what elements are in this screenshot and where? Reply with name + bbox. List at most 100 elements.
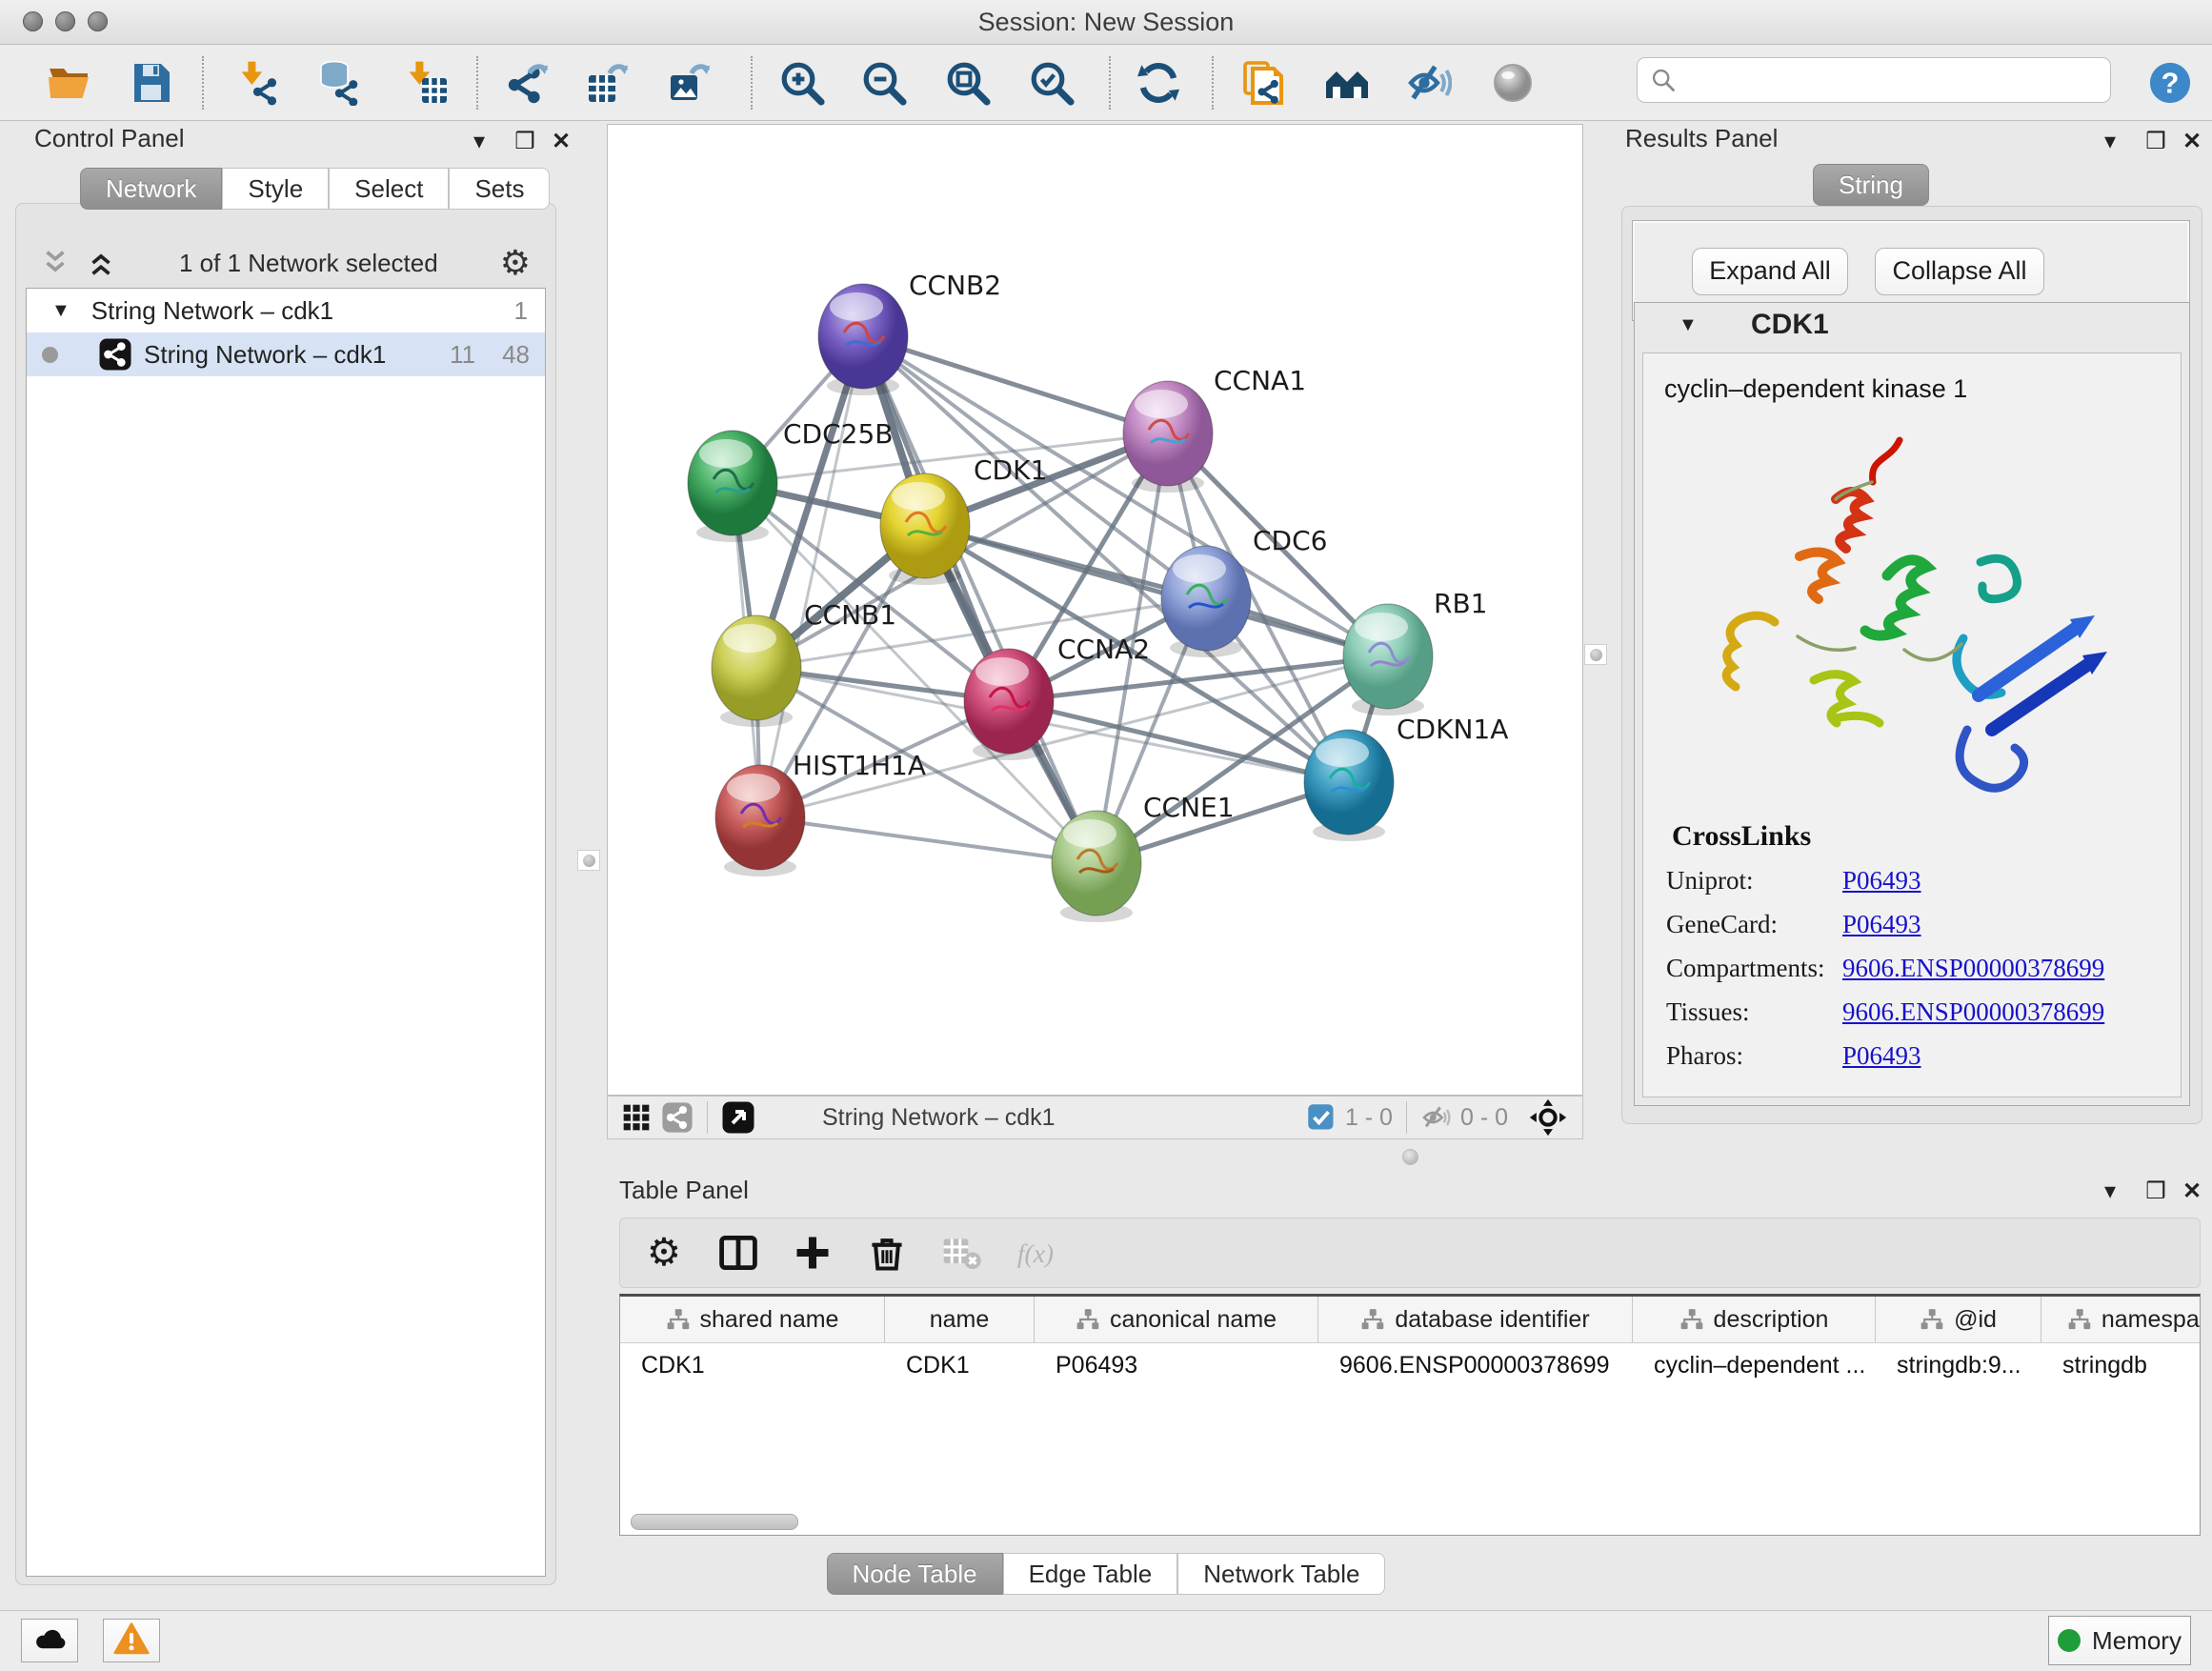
node-label-HIST1H1A: HIST1H1A	[793, 750, 926, 781]
collapse-all-button[interactable]: Collapse All	[1875, 248, 2044, 295]
columns-icon[interactable]	[712, 1226, 765, 1279]
grid-view-icon[interactable]	[621, 1102, 652, 1133]
tab-network-table[interactable]: Network Table	[1177, 1553, 1385, 1595]
table-cell[interactable]: CDK1	[620, 1352, 885, 1379]
node-CCNB1[interactable]	[712, 615, 801, 727]
result-expander-icon[interactable]: ▼	[1679, 314, 1698, 336]
tab-edge-table[interactable]: Edge Table	[1003, 1553, 1178, 1595]
detach-view-icon[interactable]	[721, 1100, 755, 1135]
selected-checkbox-icon[interactable]	[1307, 1103, 1336, 1132]
tab-style[interactable]: Style	[222, 168, 329, 210]
table-panel-float-icon[interactable]: ▾	[2094, 1176, 2126, 1208]
results-panel-close-icon[interactable]: ✕	[2176, 126, 2208, 158]
tab-select[interactable]: Select	[329, 168, 449, 210]
network-view-mode-icon[interactable]	[661, 1101, 694, 1134]
control-panel-float-icon[interactable]: ▾	[463, 126, 495, 158]
left-splitter-handle[interactable]	[577, 850, 600, 871]
column-header-database-identifier[interactable]: database identifier	[1318, 1297, 1633, 1342]
refresh-view-icon[interactable]	[1134, 58, 1183, 108]
control-panel-maximize-icon[interactable]: ❒	[509, 126, 541, 158]
column-header-namespace[interactable]: namespace	[2041, 1297, 2201, 1342]
column-header-canonical-name[interactable]: canonical name	[1035, 1297, 1318, 1342]
edge-CCNB2-CCNA1[interactable]	[863, 336, 1168, 433]
network-row[interactable]: String Network – cdk1 11 48	[27, 332, 545, 376]
results-panel-maximize-icon[interactable]: ❒	[2140, 126, 2172, 158]
collection-expander-icon[interactable]: ▼	[51, 300, 70, 322]
zoom-selected-icon[interactable]	[1027, 58, 1076, 108]
edge-CCNB2-CCNE1[interactable]	[863, 336, 1096, 863]
export-table-icon[interactable]	[583, 58, 633, 108]
search-input[interactable]	[1637, 57, 2111, 103]
column-header-description[interactable]: description	[1633, 1297, 1876, 1342]
column-header-name[interactable]: name	[885, 1297, 1035, 1342]
column-header-shared-name[interactable]: shared name	[620, 1297, 885, 1342]
crosslink-value-link[interactable]: P06493	[1842, 1041, 1921, 1071]
crosslink-value-link[interactable]: P06493	[1842, 910, 1921, 939]
show-details-houses-icon[interactable]	[1322, 58, 1372, 108]
table-horizontal-scrollbar[interactable]	[631, 1514, 798, 1530]
tab-sets[interactable]: Sets	[449, 168, 550, 210]
table-cell[interactable]: cyclin–dependent ...	[1633, 1352, 1876, 1379]
table-cell[interactable]: stringdb:9...	[1876, 1352, 2041, 1379]
control-panel-close-icon[interactable]: ✕	[545, 126, 577, 158]
node-CCNA1[interactable]	[1123, 381, 1213, 493]
zoom-in-icon[interactable]	[777, 58, 827, 108]
crosslink-value-link[interactable]: 9606.ENSP00000378699	[1842, 954, 2104, 983]
node-CCNA2[interactable]	[964, 649, 1054, 760]
table-row[interactable]: CDK1CDK1P064939606.ENSP00000378699cyclin…	[620, 1343, 2200, 1387]
clone-network-icon[interactable]	[1238, 58, 1288, 108]
tab-string[interactable]: String	[1813, 164, 1929, 206]
expand-all-icon[interactable]	[85, 247, 117, 279]
node-CCNE1[interactable]	[1052, 811, 1141, 922]
tab-network[interactable]: Network	[80, 168, 222, 210]
collapse-all-icon[interactable]	[39, 247, 71, 279]
crosslink-value-link[interactable]: P06493	[1842, 866, 1921, 896]
import-network-file-icon[interactable]	[234, 58, 284, 108]
horizontal-splitter-handle[interactable]	[1402, 1149, 1418, 1165]
collection-count: 1	[514, 296, 528, 326]
open-session-icon[interactable]	[44, 58, 93, 108]
warnings-button[interactable]	[103, 1619, 160, 1662]
node-table[interactable]: shared namenamecanonical namedatabase id…	[619, 1294, 2201, 1536]
table-cell[interactable]: CDK1	[885, 1352, 1035, 1379]
node-RB1[interactable]	[1343, 604, 1433, 715]
zoom-fit-icon[interactable]	[943, 58, 993, 108]
edge-HIST1H1A-CCNE1[interactable]	[760, 817, 1096, 863]
node-CCNB2[interactable]	[818, 284, 908, 395]
table-gear-icon[interactable]: ⚙	[637, 1226, 691, 1279]
network-graph[interactable]: CCNB2CCNA1CDC25BCDK1CDC6RB1CCNB1CCNA2CDK…	[608, 125, 1582, 1095]
node-HIST1H1A[interactable]	[715, 765, 805, 876]
table-cell[interactable]: P06493	[1035, 1352, 1318, 1379]
fit-content-crosshair-icon[interactable]	[1529, 1098, 1567, 1137]
table-cell[interactable]: stringdb	[2041, 1352, 2201, 1379]
right-splitter-handle[interactable]	[1584, 644, 1607, 665]
add-row-icon[interactable]	[786, 1226, 839, 1279]
network-collection-row[interactable]: ▼ String Network – cdk1 1	[27, 289, 545, 332]
expand-all-button[interactable]: Expand All	[1692, 248, 1848, 295]
edge-CCNB2-HIST1H1A[interactable]	[760, 336, 863, 817]
table-panel-close-icon[interactable]: ✕	[2176, 1176, 2208, 1208]
hide-selected-eye-icon[interactable]	[1404, 58, 1454, 108]
zoom-out-icon[interactable]	[859, 58, 909, 108]
birdseye-sphere-icon[interactable]	[1488, 58, 1538, 108]
export-network-icon[interactable]	[503, 58, 553, 108]
table-panel-maximize-icon[interactable]: ❒	[2140, 1176, 2172, 1208]
import-network-database-icon[interactable]	[314, 58, 364, 108]
export-image-icon[interactable]	[665, 58, 714, 108]
network-canvas[interactable]: CCNB2CCNA1CDC25BCDK1CDC6RB1CCNB1CCNA2CDK…	[607, 124, 1583, 1096]
table-cell[interactable]: 9606.ENSP00000378699	[1318, 1352, 1633, 1379]
crosslink-value-link[interactable]: 9606.ENSP00000378699	[1842, 997, 2104, 1027]
delete-row-icon[interactable]	[860, 1226, 914, 1279]
results-panel-float-icon[interactable]: ▾	[2094, 126, 2126, 158]
save-session-icon[interactable]	[126, 58, 175, 108]
network-options-gear-icon[interactable]: ⚙	[500, 243, 531, 283]
cloud-button[interactable]	[21, 1619, 78, 1662]
result-card-header[interactable]: ▼ CDK1	[1635, 303, 2189, 351]
help-icon[interactable]: ?	[2145, 58, 2195, 108]
tab-node-table[interactable]: Node Table	[827, 1553, 1003, 1595]
memory-button[interactable]: Memory	[2048, 1616, 2191, 1665]
column-header--id[interactable]: @id	[1876, 1297, 2041, 1342]
import-table-icon[interactable]	[402, 58, 452, 108]
node-CDKN1A[interactable]	[1304, 730, 1394, 841]
node-CDC25B[interactable]	[688, 431, 777, 542]
